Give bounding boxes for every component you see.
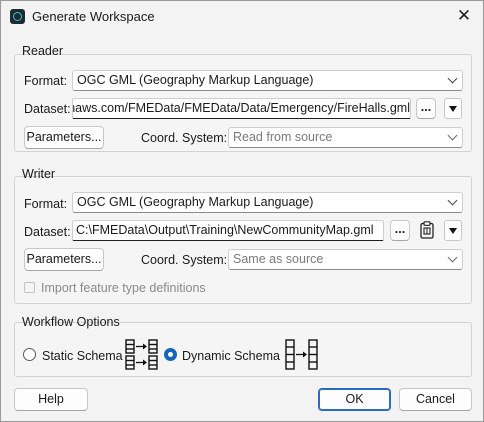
reader-dataset-label: Dataset:: [24, 102, 71, 116]
close-icon[interactable]: ✕: [453, 5, 475, 27]
triangle-down-icon: [449, 106, 457, 112]
dynamic-schema-icon: [284, 339, 320, 371]
reader-browse-button[interactable]: ...: [416, 98, 436, 119]
import-feature-types-label: Import feature type definitions: [41, 281, 206, 295]
static-schema-icon: [125, 339, 161, 371]
writer-dataset-label: Dataset:: [24, 225, 71, 239]
generate-workspace-dialog: Generate Workspace ✕ Reader Format: OGC …: [0, 0, 484, 422]
writer-browse-button[interactable]: ...: [390, 220, 410, 241]
writer-dataset-value: C:\FMEData\Output\Training\NewCommunityM…: [76, 223, 374, 237]
writer-parameters-button[interactable]: Parameters...: [24, 248, 104, 271]
help-label: Help: [38, 392, 64, 406]
import-feature-types-checkbox[interactable]: [24, 282, 35, 293]
reader-parameters-button[interactable]: Parameters...: [24, 126, 104, 149]
writer-dataset-dropdown-button[interactable]: [444, 220, 462, 241]
chevron-down-icon: [447, 130, 458, 141]
dynamic-schema-radio[interactable]: [164, 348, 177, 361]
writer-format-label: Format:: [24, 197, 68, 211]
fme-app-icon: [10, 9, 25, 24]
reader-format-label: Format:: [24, 74, 68, 88]
reader-parameters-label: Parameters...: [26, 130, 102, 144]
reader-browse-label: ...: [420, 100, 432, 114]
writer-coord-select[interactable]: Same as source: [228, 249, 463, 270]
chevron-down-icon: [447, 195, 458, 206]
reader-format-select[interactable]: OGC GML (Geography Markup Language): [72, 70, 463, 91]
reader-format-value: OGC GML (Geography Markup Language): [77, 73, 314, 87]
reader-dataset-value: https://fme-data.s3.amazonaws.com/FMEDat…: [73, 101, 410, 115]
help-button[interactable]: Help: [14, 388, 88, 411]
chevron-down-icon: [447, 252, 458, 263]
writer-browse-label: ...: [394, 222, 406, 236]
writer-coord-value: Same as source: [233, 252, 324, 266]
writer-group-title: Writer: [22, 167, 56, 181]
dynamic-schema-label: Dynamic Schema: [182, 349, 280, 363]
reader-dataset-input[interactable]: https://fme-data.s3.amazonaws.com/FMEDat…: [72, 98, 411, 119]
static-schema-label: Static Schema: [42, 349, 123, 363]
writer-format-select[interactable]: OGC GML (Geography Markup Language): [72, 192, 463, 213]
writer-format-value: OGC GML (Geography Markup Language): [77, 195, 314, 209]
triangle-down-icon: [449, 228, 457, 234]
reader-coord-value: Read from source: [233, 130, 333, 144]
writer-dataset-input[interactable]: C:\FMEData\Output\Training\NewCommunityM…: [72, 220, 384, 241]
writer-parameters-label: Parameters...: [26, 252, 102, 266]
cancel-button[interactable]: Cancel: [399, 388, 472, 411]
ok-label: OK: [345, 392, 364, 406]
workflow-group-title: Workflow Options: [22, 315, 120, 329]
reader-coord-label: Coord. System:: [141, 131, 228, 145]
chevron-down-icon: [447, 73, 458, 84]
cancel-label: Cancel: [416, 392, 455, 406]
clipboard-icon[interactable]: [420, 221, 434, 239]
writer-coord-label: Coord. System:: [141, 253, 228, 267]
reader-group-title: Reader: [22, 44, 63, 58]
window-title: Generate Workspace: [32, 9, 155, 24]
title-bar: Generate Workspace ✕: [1, 1, 483, 31]
reader-coord-select[interactable]: Read from source: [228, 127, 463, 148]
static-schema-radio[interactable]: [23, 348, 36, 361]
reader-dataset-dropdown-button[interactable]: [444, 98, 462, 119]
ok-button[interactable]: OK: [318, 388, 391, 411]
